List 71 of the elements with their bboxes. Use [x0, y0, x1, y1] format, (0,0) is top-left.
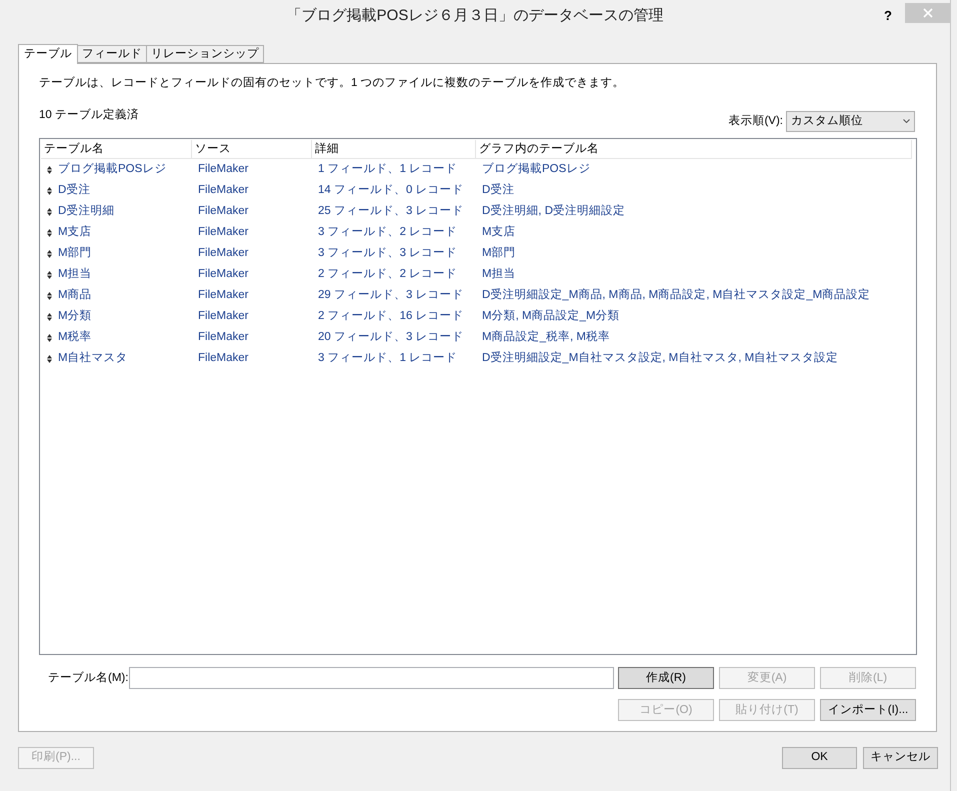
close-icon [922, 8, 932, 18]
table-cell-text: M自社マスタ [58, 350, 128, 366]
table-cell: M商品設定_税率, M税率 [482, 331, 610, 344]
table-cell: FileMaker [198, 226, 248, 238]
table-cell: 3 フィールド、3 レコード [318, 247, 458, 260]
table-cell: 3 フィールド、1 レコード [318, 352, 458, 364]
column-header[interactable]: 詳細 [312, 140, 476, 158]
table-cell-text: D受注 [58, 182, 90, 198]
table-cell: 25 フィールド、3 レコード [318, 205, 464, 218]
table-cell: 3 フィールド、2 レコード [318, 226, 458, 238]
table-cell: M分類, M商品設定_M分類 [482, 310, 620, 322]
column-header[interactable]: グラフ内のテーブル名 [476, 140, 912, 158]
reorder-handle-icon[interactable] [47, 208, 52, 216]
reorder-handle-icon[interactable] [47, 292, 52, 300]
reorder-handle-icon[interactable] [47, 186, 52, 195]
table-cell-text: M支店 [58, 224, 92, 240]
table-cell: 29 フィールド、3 レコード [318, 289, 464, 302]
button[interactable]: OK [782, 747, 857, 769]
table-cell: FileMaker [198, 247, 248, 260]
table-cell: D受注 [482, 184, 514, 196]
table-cell: M担当 [482, 268, 516, 280]
table-cell: FileMaker [198, 184, 248, 196]
button[interactable]: 作成(R) [618, 667, 714, 690]
table-cell: FileMaker [198, 331, 248, 344]
table-name-input[interactable] [129, 667, 614, 690]
column-header[interactable]: ソース [192, 140, 312, 158]
table-cell: 2 フィールド、2 レコード [318, 268, 458, 280]
column-header[interactable]: テーブル名 [41, 140, 192, 158]
table-cell: FileMaker [198, 205, 248, 218]
table-cell-text: M税率 [58, 330, 92, 346]
table-cell: 2 フィールド、16 レコード [318, 310, 464, 322]
table-cell: 1 フィールド、1 レコード [318, 163, 458, 176]
table-cell: D受注明細設定_M商品, M商品, M商品設定, M自社マスタ設定_M商品設定 [482, 289, 870, 302]
table-cell: FileMaker [198, 352, 248, 364]
table-cell-text: M分類 [58, 308, 92, 324]
chevron-icon [903, 119, 910, 124]
table-cell: 14 フィールド、0 レコード [318, 184, 464, 196]
table-cell-text: D受注明細 [58, 203, 114, 220]
reorder-handle-icon[interactable] [47, 334, 52, 342]
table-cell: D受注明細設定_M自社マスタ設定, M自社マスタ, M自社マスタ設定 [482, 352, 838, 364]
table-cell: M支店 [482, 226, 516, 238]
window-title: 「ブログ掲載POSレジ６月３日」のデータベースの管理 [286, 6, 664, 26]
reorder-handle-icon[interactable] [47, 354, 52, 363]
table-cell-text: M商品 [58, 287, 92, 304]
reorder-handle-icon[interactable] [47, 228, 52, 237]
reorder-handle-icon[interactable] [47, 312, 52, 321]
tab[interactable]: テーブル [18, 44, 78, 64]
tab[interactable]: リレーションシップ [146, 45, 264, 63]
table-cell: D受注明細, D受注明細設定 [482, 205, 625, 218]
table-cell-text: M担当 [58, 266, 92, 282]
reorder-handle-icon[interactable] [47, 270, 52, 279]
table-cell: M部門 [482, 247, 516, 260]
table-cell: FileMaker [198, 310, 248, 322]
button[interactable]: インポート(I)... [820, 699, 916, 722]
table-cell-text: M部門 [58, 245, 92, 262]
table-cell: FileMaker [198, 289, 248, 302]
table-cell: FileMaker [198, 163, 248, 176]
table-cell: ブログ掲載POSレジ [482, 163, 590, 176]
reorder-handle-icon[interactable] [47, 166, 52, 174]
table-cell: 20 フィールド、3 レコード [318, 331, 464, 344]
sort-label: 表示順(V): [728, 114, 783, 129]
sort-dropdown[interactable]: カスタム順位 [786, 110, 915, 132]
help-button[interactable]: ? [884, 6, 892, 26]
table-cell: FileMaker [198, 268, 248, 280]
table-cell-text: ブログ掲載POSレジ [58, 162, 166, 178]
field-label: テーブル名(M): [48, 670, 129, 686]
description-text: テーブルは、レコードとフィールドの固有のセットです。1 つのファイルに複数のテーブルを作成できます。 [39, 76, 626, 91]
reorder-handle-icon[interactable] [47, 250, 52, 258]
button[interactable]: キャンセル [863, 747, 938, 769]
tab[interactable]: フィールド [77, 45, 147, 63]
table-count: 10 テーブル定義済 [39, 108, 139, 123]
